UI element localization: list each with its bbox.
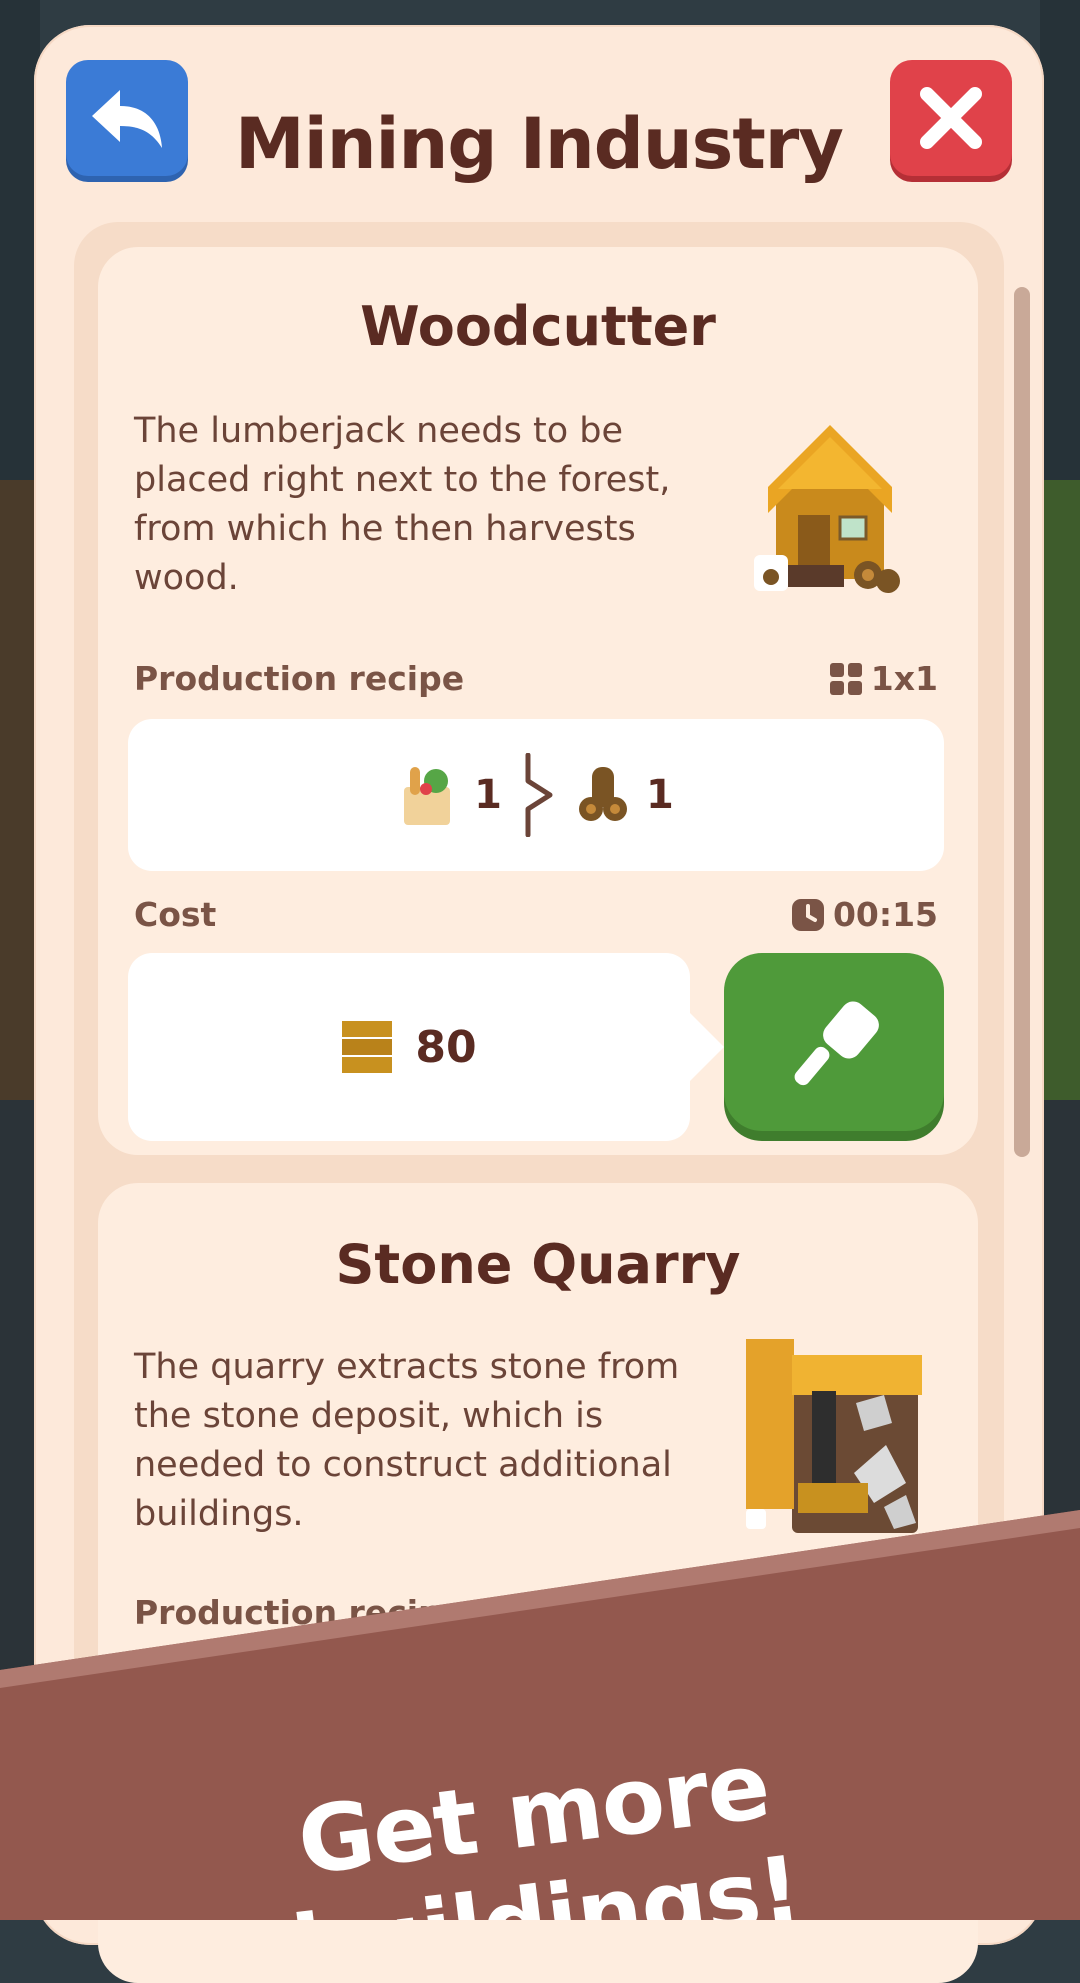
building-title: Stone Quarry: [335, 1233, 741, 1296]
building-description: The lumberjack needs to be placed right …: [134, 411, 671, 598]
build-button[interactable]: [724, 953, 944, 1131]
hammer-icon: [794, 1001, 879, 1086]
recipe-box: 1 1: [128, 719, 944, 871]
groceries-bag-icon: [404, 767, 451, 825]
building-size: 1x1: [829, 659, 938, 698]
woodcutter-building-image: [754, 425, 900, 593]
build-time: 00:15: [791, 895, 938, 934]
build-time-value: 00:15: [832, 895, 938, 934]
stone-quarry-building-image: [746, 1339, 922, 1533]
recipe-label: Production recipe: [134, 659, 465, 698]
cost-label: Cost: [134, 895, 217, 934]
building-card-woodcutter: Woodcutter The lumberjack needs to be pl…: [98, 247, 978, 1155]
logs-icon: [579, 767, 627, 821]
cost-pointer: [690, 1013, 724, 1081]
cost-box: 80: [128, 953, 690, 1141]
grid-icon: [829, 662, 862, 695]
close-icon: [920, 87, 982, 149]
output-amount: 1: [646, 772, 674, 818]
clock-icon: [791, 898, 824, 931]
close-button[interactable]: [890, 60, 1012, 176]
scrollbar[interactable]: [1014, 287, 1030, 1157]
building-title: Woodcutter: [360, 295, 716, 358]
chevron-right-icon: [525, 753, 553, 837]
planks-icon: [342, 1021, 393, 1073]
size-value: 1x1: [870, 659, 938, 698]
promo-banner: Get more buildings!: [0, 1510, 1080, 1920]
input-amount: 1: [474, 772, 502, 818]
cost-amount: 80: [415, 1021, 477, 1073]
